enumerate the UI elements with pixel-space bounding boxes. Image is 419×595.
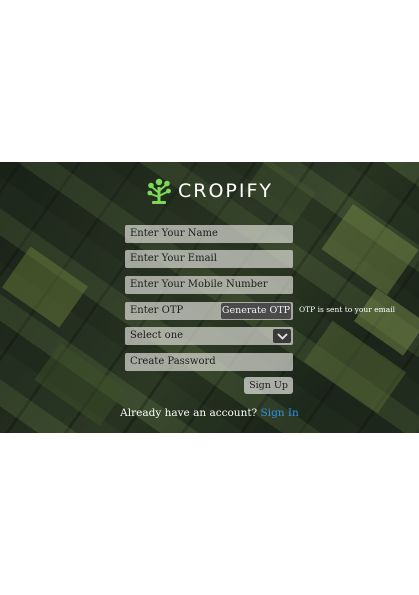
tree-icon: [147, 178, 171, 204]
otp-note: OTP is sent to your email: [299, 305, 396, 314]
brand-name: CROPIFY: [177, 180, 274, 202]
mobile-number-input[interactable]: Enter Your Mobile Number: [125, 276, 293, 294]
password-input[interactable]: Create Password: [125, 353, 293, 371]
sign-up-button[interactable]: Sign Up: [244, 377, 293, 394]
field-patch: [1, 246, 89, 328]
name-input[interactable]: Enter Your Name: [125, 225, 293, 243]
brand-logo: CROPIFY: [0, 176, 419, 206]
chevron-down-icon[interactable]: [273, 329, 291, 343]
role-select[interactable]: Select one: [125, 327, 293, 345]
generate-otp-button[interactable]: Generate OTP: [221, 303, 291, 319]
sign-in-prompt: Already have an account? Sign In: [0, 407, 419, 419]
sign-in-prompt-text: Already have an account?: [120, 407, 258, 419]
signup-page: CROPIFY Enter Your Name Enter Your Email…: [0, 0, 419, 595]
email-input[interactable]: Enter Your Email: [125, 250, 293, 268]
sign-in-link[interactable]: Sign In: [261, 407, 299, 419]
chevron-down-glyph: [276, 332, 288, 340]
field-patch: [321, 204, 419, 295]
